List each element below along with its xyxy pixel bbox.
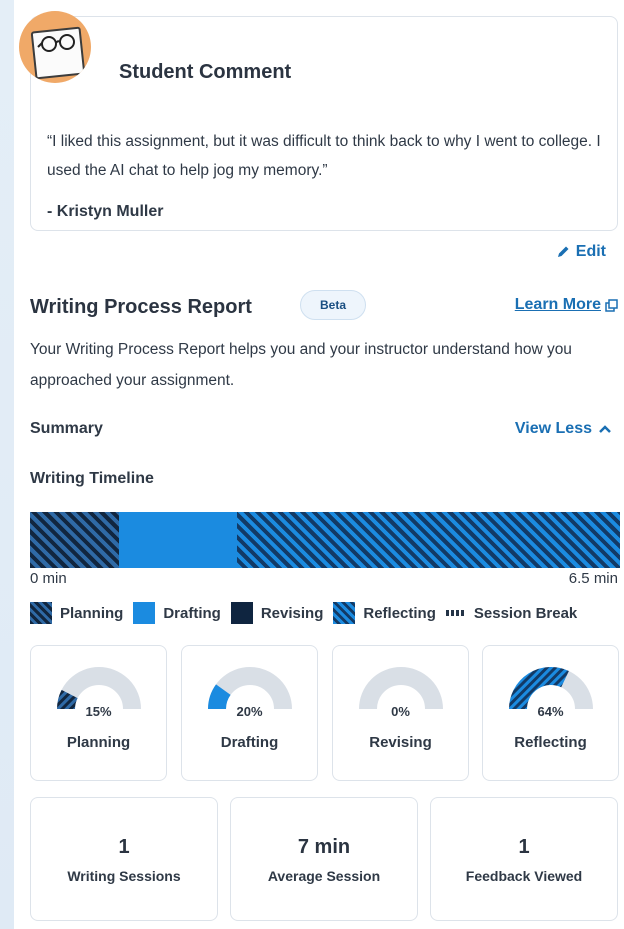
edit-label: Edit <box>575 243 606 260</box>
gauge-percent: 0% <box>391 704 410 719</box>
legend-label: Session Break <box>473 604 578 622</box>
gauge-card-revising: 0% Revising <box>332 645 469 781</box>
gauge-card-planning: 15% Planning <box>30 645 167 781</box>
stat-card-average-session: 7 min Average Session <box>230 797 418 921</box>
legend-label: Planning <box>60 604 124 622</box>
drafting-swatch <box>133 602 156 624</box>
legend-item-reflecting: Reflecting <box>333 602 436 624</box>
background-strip <box>0 0 14 929</box>
report-panel: Student Comment “I liked this assignment… <box>14 0 624 929</box>
student-comment-card: Student Comment “I liked this assignment… <box>19 11 618 231</box>
gauge-label: Planning <box>66 734 131 751</box>
comment-author: - Kristyn Muller <box>47 203 164 220</box>
stat-value: 7 min <box>297 836 351 858</box>
timeline-start-label: 0 min <box>30 570 67 587</box>
learn-more-label: Learn More <box>514 296 601 313</box>
timeline-label: Writing Timeline <box>30 470 154 487</box>
gauge-percent: 64% <box>537 704 564 719</box>
legend-item-planning: Planning <box>30 602 123 624</box>
comment-text: “I liked this assignment, but it was dif… <box>47 133 601 179</box>
avatar <box>19 11 91 83</box>
timeline-end-label: 6.5 min <box>568 570 618 587</box>
gauge-label: Drafting <box>220 734 279 751</box>
view-less-label: View Less <box>514 420 592 437</box>
gauge-percent: 15% <box>85 704 112 719</box>
comment-title: Student Comment <box>119 61 292 83</box>
legend-label: Reflecting <box>363 604 436 622</box>
learn-more-link[interactable]: Learn More <box>515 296 618 314</box>
report-title: Writing Process Report <box>30 296 252 318</box>
beta-badge: Beta <box>300 290 366 320</box>
planning-swatch <box>30 602 52 624</box>
timeline-segment-planning <box>30 512 119 568</box>
external-link-icon <box>605 298 618 312</box>
stat-value: 1 <box>518 836 530 858</box>
glasses-icon <box>37 34 75 52</box>
legend-item-session-break: Session Break <box>445 604 578 622</box>
gauge-label: Reflecting <box>514 734 587 751</box>
legend-label: Revising <box>260 604 324 622</box>
stat-card-writing-sessions: 1 Writing Sessions <box>30 797 218 921</box>
view-less-button[interactable]: View Less <box>515 420 612 438</box>
stat-card-feedback-viewed: 1 Feedback Viewed <box>430 797 618 921</box>
summary-label: Summary <box>30 420 103 437</box>
gauge-percent: 20% <box>236 704 263 719</box>
report-description: Your Writing Process Report helps you an… <box>30 341 572 389</box>
stat-label: Writing Sessions <box>67 868 181 884</box>
stat-label: Average Session <box>267 868 381 884</box>
revising-swatch <box>230 602 253 624</box>
gauge-card-reflecting: 64% Reflecting <box>482 645 619 781</box>
timeline-segment-reflecting <box>236 512 620 568</box>
timeline-legend: Planning Drafting Revising Reflecting Se… <box>30 602 624 624</box>
gauge-card-drafting: 20% Drafting <box>181 645 318 781</box>
session-break-swatch <box>445 610 466 616</box>
stat-label: Feedback Viewed <box>465 868 583 884</box>
legend-item-drafting: Drafting <box>133 602 221 624</box>
chevron-up-icon <box>599 425 611 433</box>
stat-value: 1 <box>118 836 130 858</box>
pencil-icon <box>557 246 569 257</box>
timeline-segment-drafting <box>118 512 237 568</box>
legend-item-revising: Revising <box>230 602 324 624</box>
writing-timeline-bar <box>30 512 620 568</box>
legend-label: Drafting <box>163 604 221 622</box>
edit-button[interactable]: Edit <box>556 243 606 261</box>
reflecting-swatch <box>333 602 356 624</box>
gauge-label: Revising <box>369 734 432 751</box>
